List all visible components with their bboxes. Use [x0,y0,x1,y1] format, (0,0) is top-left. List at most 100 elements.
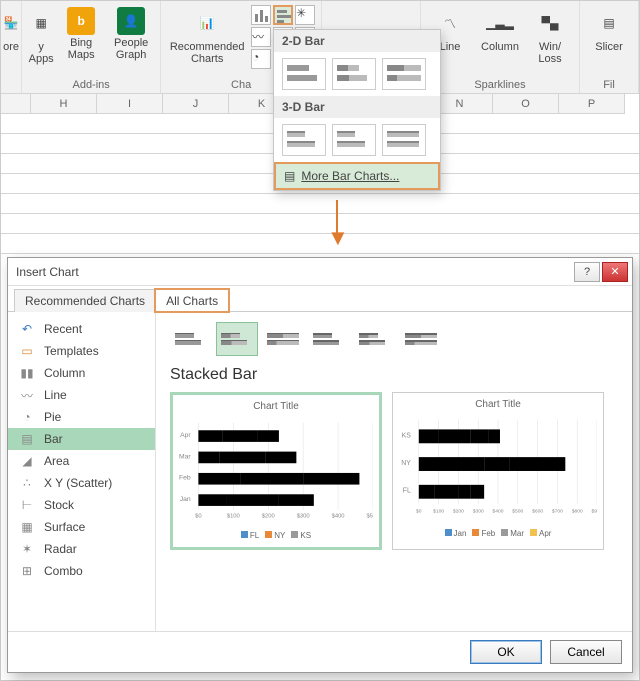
svg-text:$400: $400 [332,514,345,520]
bar-chart-icon: ▤ [284,169,295,183]
col-header[interactable]: J [163,94,229,114]
sidebar-item-radar[interactable]: ✶Radar [8,538,155,560]
bing-maps-button[interactable]: b Bing Maps [58,5,104,67]
subtype-stacked-100-bar-3d[interactable] [400,322,442,356]
col-header[interactable]: P [559,94,625,114]
chart-preview-2[interactable]: Chart Title KS NY FL $0$100$200$300$400$… [392,392,604,550]
ribbon-group-sparklines: 〽Line ▁▃▂Column ▀▄Win/ Loss Sparklines [421,1,580,93]
chart-type-line-icon[interactable]: 〰 [251,27,271,47]
sidebar-label: Recent [44,322,82,336]
svg-text:$800: $800 [572,509,583,515]
store-button[interactable]: 🏪 ore [1,5,22,55]
people-graph-icon: 👤 [117,7,145,35]
col-header[interactable]: O [493,94,559,114]
close-button[interactable]: ✕ [602,262,628,282]
chart-type-sunburst-icon[interactable]: ✳ [295,5,315,25]
bing-icon: b [67,7,95,35]
svg-text:$500: $500 [367,514,373,520]
sidebar-item-line[interactable]: 〰Line [8,384,155,406]
col-header[interactable]: H [31,94,97,114]
svg-text:FL: FL [403,488,411,495]
sparklines-group-label: Sparklines [474,77,525,91]
clustered-bar-2d[interactable] [282,58,326,90]
annotation-arrowhead: ▼ [327,225,349,251]
area-icon: ◢ [18,454,36,468]
subtype-stacked-bar-3d[interactable] [354,322,396,356]
cancel-button[interactable]: Cancel [550,640,622,664]
sidebar-item-area[interactable]: ◢Area [8,450,155,472]
preview-chart-svg: Apr Mar Feb Jan $0$100$200$300$400$500 [179,416,373,526]
insert-chart-dialog: Insert Chart ? ✕ Recommended Charts All … [7,257,633,673]
more-bar-charts[interactable]: ▤ More Bar Charts... [274,162,440,190]
sidebar-label: Pie [44,410,61,424]
svg-text:$200: $200 [453,509,464,515]
dialog-titlebar[interactable]: Insert Chart ? ✕ [8,258,632,286]
svg-text:$100: $100 [227,514,240,520]
svg-text:Mar: Mar [179,453,191,460]
sparkline-winloss-icon: ▀▄ [534,7,566,39]
store-label: ore [3,41,19,53]
chart-preview-area: Stacked Bar Chart Title Apr Mar Feb Jan … [156,312,632,631]
filters-group-label: Fil [603,77,615,91]
stacked-bar-2d[interactable] [332,58,376,90]
help-button[interactable]: ? [574,262,600,282]
chart-type-bar-icon[interactable] [273,5,293,25]
sidebar-label: Bar [44,432,63,446]
addins-group-label: Add-ins [72,77,109,91]
ok-button[interactable]: OK [470,640,542,664]
dialog-tabs: Recommended Charts All Charts [8,286,632,312]
dropdown-header-2d: 2-D Bar [274,30,440,52]
sidebar-item-stock[interactable]: ⊢Stock [8,494,155,516]
my-apps-label: y Apps [29,41,54,65]
sparkline-column-button[interactable]: ▁▃▂Column [477,5,523,67]
stacked-bar-3d[interactable] [332,124,376,156]
subtype-stacked-100-bar[interactable] [262,322,304,356]
pie-icon: ◔ [18,410,36,424]
svg-text:$0: $0 [416,509,422,515]
chart-type-pie-icon[interactable]: ◔ [251,49,271,69]
tab-recommended[interactable]: Recommended Charts [14,289,156,312]
chart-preview-1[interactable]: Chart Title Apr Mar Feb Jan $0$100$200$3… [170,392,382,550]
sidebar-item-column[interactable]: ▮▮Column [8,362,155,384]
sidebar-label: Line [44,388,67,402]
sidebar-label: Templates [44,344,99,358]
sidebar-label: Stock [44,498,74,512]
preview-chart-svg: KS NY FL $0$100$200$300$400$500$600$700$… [399,414,597,524]
dropdown-header-3d: 3-D Bar [274,96,440,118]
preview-legend: JanFebMarApr [399,529,597,538]
ribbon-group-addins: ▦ y Apps b Bing Maps 👤 People Graph Add-… [22,1,161,93]
people-graph-button[interactable]: 👤 People Graph [108,5,154,67]
scatter-icon: ∴ [18,476,36,490]
stacked-bar-100-3d[interactable] [382,124,426,156]
chart-subtype-title: Stacked Bar [170,366,618,384]
svg-text:Apr: Apr [180,432,191,439]
subtype-clustered-bar[interactable] [170,322,212,356]
subtype-clustered-bar-3d[interactable] [308,322,350,356]
my-apps-button[interactable]: ▦ y Apps [28,5,54,67]
sidebar-item-scatter[interactable]: ∴X Y (Scatter) [8,472,155,494]
tab-all-charts[interactable]: All Charts [155,289,229,312]
sidebar-item-templates[interactable]: ▭ Templates [8,340,155,362]
slicer-button[interactable]: ▤Slicer [586,5,632,55]
stacked-bar-100-2d[interactable] [382,58,426,90]
sidebar-item-surface[interactable]: ▦Surface [8,516,155,538]
rec-charts-icon: 📊 [191,7,223,39]
svg-text:$200: $200 [262,514,275,520]
clustered-bar-3d[interactable] [282,124,326,156]
sidebar-item-combo[interactable]: ⊞Combo [8,560,155,582]
svg-text:$0: $0 [195,514,201,520]
chart-type-column-icon[interactable] [251,5,271,25]
sidebar-item-bar[interactable]: ▤ Bar [8,428,155,450]
sidebar-item-recent[interactable]: ↶Recent [8,318,155,340]
recommended-charts-button[interactable]: 📊 Recommended Charts [167,5,247,71]
subtype-stacked-bar[interactable] [216,322,258,356]
sparkline-winloss-button[interactable]: ▀▄Win/ Loss [527,5,573,67]
bar-icon: ▤ [18,432,36,446]
col-header[interactable]: I [97,94,163,114]
svg-text:$400: $400 [493,509,504,515]
sidebar-item-pie[interactable]: ◔ Pie [8,406,155,428]
more-bar-charts-label: More Bar Charts... [301,169,399,183]
bing-maps-label: Bing Maps [68,37,95,61]
dialog-title: Insert Chart [16,265,79,279]
templates-icon: ▭ [18,344,36,358]
